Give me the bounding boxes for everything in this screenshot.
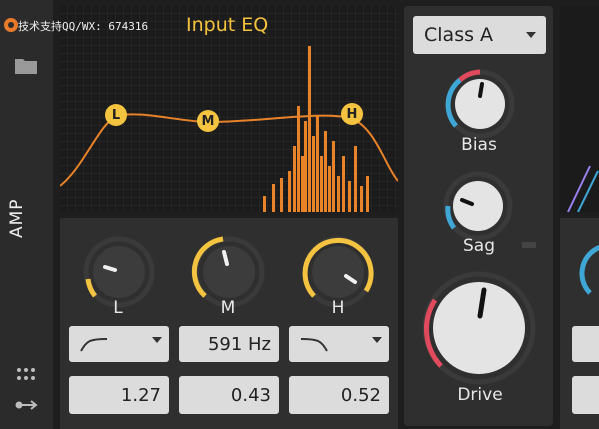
mid-gain-field[interactable]: 0.43 xyxy=(179,376,279,414)
high-pass-shape-icon xyxy=(80,338,108,352)
route-arrow-icon[interactable] xyxy=(15,398,39,412)
low-filter-type-select[interactable] xyxy=(69,326,169,362)
low-pass-shape-icon xyxy=(300,338,328,352)
drive-knob[interactable] xyxy=(419,268,539,388)
watermark-text: 技术支持QQ/WX: 674316 xyxy=(18,20,149,33)
sidebar: AMP xyxy=(0,0,53,429)
chevron-down-icon xyxy=(526,32,536,38)
eq-low-knob-label: L xyxy=(113,298,123,318)
eq-title: Input EQ xyxy=(186,14,269,36)
section-label-amp[interactable]: AMP xyxy=(7,198,27,238)
eq-mid-knob-label: M xyxy=(220,298,236,318)
chevron-down-icon xyxy=(372,337,382,343)
logo-icon xyxy=(4,18,18,32)
eq-knob-panel: L M H 591 Hz 1.27 0.43 0.52 xyxy=(60,218,398,429)
chevron-down-icon xyxy=(152,337,162,343)
mid-frequency-field[interactable]: 591 Hz xyxy=(179,326,279,362)
eq-high-knob-label: H xyxy=(331,298,345,318)
eq-node-high[interactable]: H xyxy=(341,103,363,125)
next-device-panel xyxy=(560,218,599,429)
drive-knob-label: Drive xyxy=(457,385,503,405)
amp-class-value: Class A xyxy=(424,24,494,46)
next-device-graph xyxy=(560,6,599,213)
folder-icon[interactable] xyxy=(14,56,38,76)
sag-knob-label: Sag xyxy=(463,236,495,256)
sag-knob[interactable] xyxy=(440,168,516,244)
eq-node-mid[interactable]: M xyxy=(197,110,219,132)
low-gain-field[interactable]: 1.27 xyxy=(69,376,169,414)
eq-node-low[interactable]: L xyxy=(105,104,127,126)
high-filter-type-select[interactable] xyxy=(289,326,389,362)
amp-class-select[interactable]: Class A xyxy=(413,16,546,54)
eq-graph[interactable]: L M H xyxy=(60,6,398,212)
bias-knob-label: Bias xyxy=(461,135,497,155)
bias-knob[interactable] xyxy=(442,66,518,142)
sag-indicator-led xyxy=(522,242,536,248)
grid-dots-icon[interactable] xyxy=(16,367,38,383)
high-gain-field[interactable]: 0.52 xyxy=(289,376,389,414)
